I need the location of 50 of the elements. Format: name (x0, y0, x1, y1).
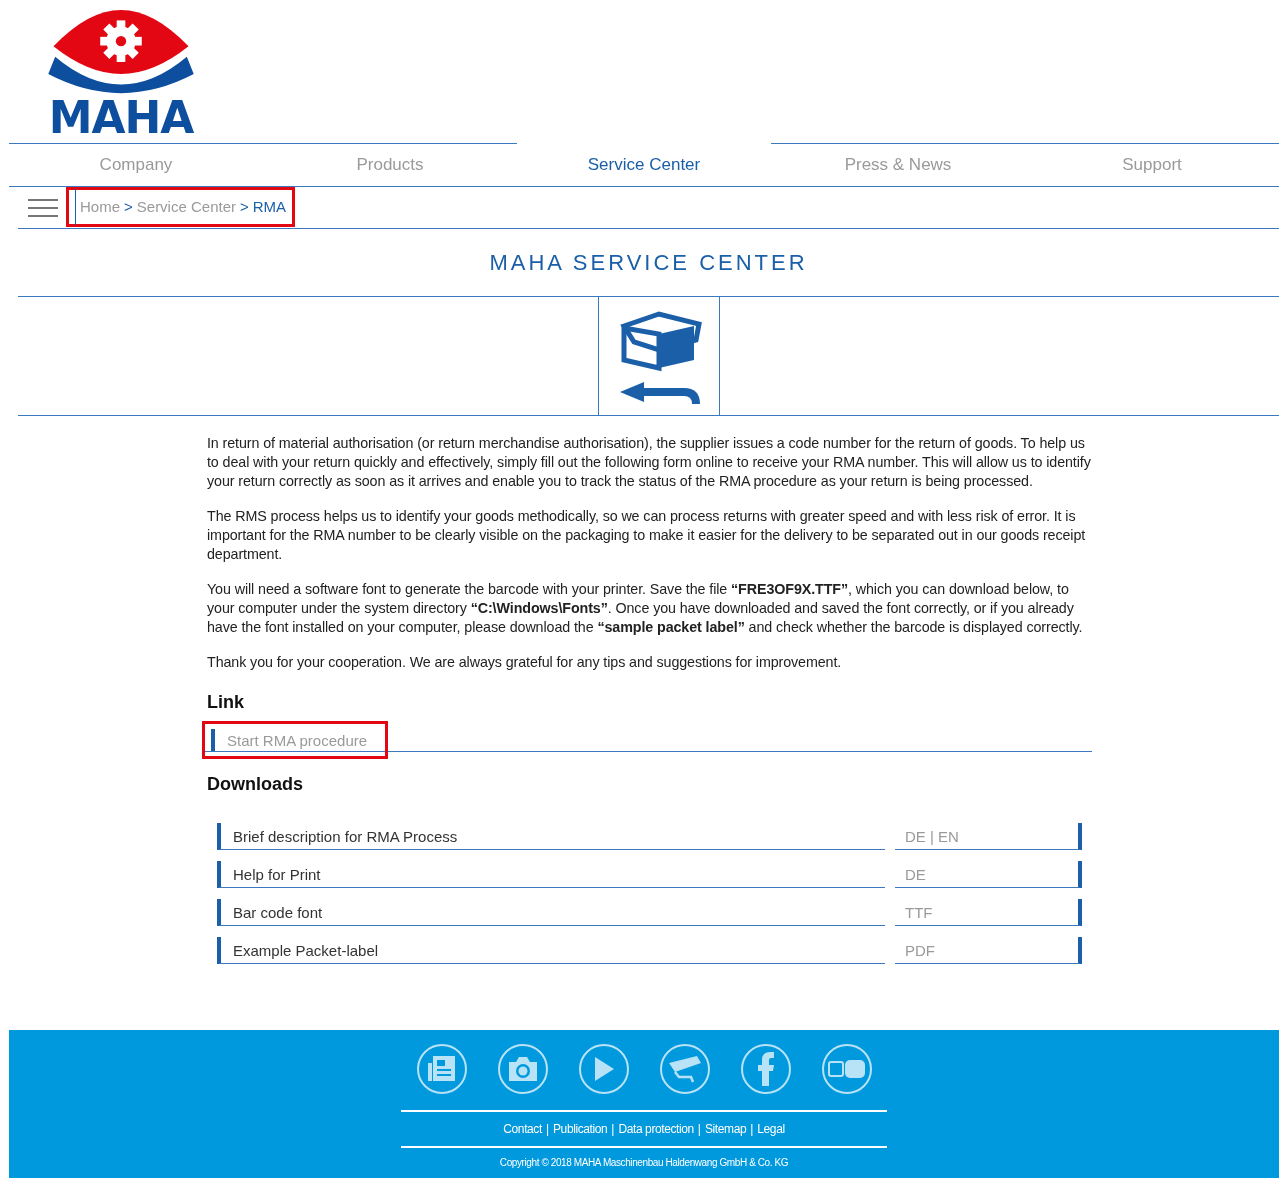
link-separator: | (545, 1122, 549, 1136)
format-link[interactable]: TTF (895, 899, 1082, 926)
paragraph: You will need a software font to generate the barcode with your printer. Save the file “FRE3OF9X.TTF”, which you can download below, to your computer under the system directory “C:\Windows\Fonts”. Once you have downloaded and saved the font correctly, or if you already have the font installed on your computer, please download the “sample packet label” and check whether the barcode is displayed correctly. (207, 580, 1084, 637)
page-title: MAHA SERVICE CENTER (18, 229, 1279, 297)
copyright-text: Copyright © 2018 MAHA Maschinenbau Haldenwang GmbH & Co. KG (499, 1157, 789, 1168)
nav-tab[interactable]: Press & News (771, 143, 1025, 186)
social-button[interactable] (578, 1044, 629, 1094)
format-link[interactable]: PDF (895, 937, 1082, 964)
download-link[interactable]: Bar code font (217, 899, 885, 926)
footer-link[interactable]: Legal (757, 1122, 785, 1136)
nav-tab[interactable]: Company (9, 143, 263, 186)
nav-tab[interactable]: Products (263, 143, 517, 186)
section-heading: Downloads (207, 774, 304, 795)
social-button[interactable] (416, 1044, 467, 1094)
social-button[interactable] (659, 1044, 710, 1094)
link-separator: | (611, 1122, 615, 1136)
camera-icon (506, 1056, 539, 1082)
rma-link[interactable]: Start RMA procedure (202, 721, 389, 759)
play-icon (592, 1056, 615, 1082)
link-separator: | (697, 1122, 701, 1136)
footer-link[interactable]: Data protection (618, 1122, 694, 1136)
newspaper-icon (426, 1055, 457, 1083)
social-button[interactable] (821, 1044, 872, 1094)
breadcrumb-link[interactable]: RMA (252, 188, 287, 225)
footer-link[interactable]: Contact (503, 1122, 542, 1136)
security-camera-icon (666, 1055, 703, 1083)
format-link[interactable]: DE | EN (895, 823, 1082, 850)
video-tube-icon (827, 1059, 866, 1079)
paragraph: The RMS process helps us to identify your goods methodically, so we can process returns with greater speed and with less risk of error. It is important for the RMA number to be clearly visible on the packaging to make it easier for the delivery to be separated out in our goods receipt department. (207, 507, 1087, 564)
menu-icon[interactable] (28, 197, 58, 218)
link-separator: | (750, 1122, 754, 1136)
breadcrumb-link[interactable]: Service Center (136, 188, 236, 225)
breadcrumb-separator: > (240, 198, 249, 215)
footer-link[interactable]: Sitemap (704, 1122, 747, 1136)
breadcrumb-separator: > (124, 198, 133, 215)
paragraph: Thank you for your cooperation. We are always grateful for any tips and suggestions for improvement. (207, 653, 843, 672)
footer-link[interactable]: Publication (553, 1122, 608, 1136)
nav-tab[interactable]: Service Center (557, 143, 731, 186)
nav-tab[interactable]: Support (1025, 143, 1279, 186)
format-link[interactable]: DE (895, 861, 1082, 888)
download-link[interactable]: Brief description for RMA Process (217, 823, 885, 850)
logo-text: MAHA (48, 96, 194, 140)
download-link[interactable]: Help for Print (217, 861, 885, 888)
social-button[interactable] (497, 1044, 548, 1094)
download-link[interactable]: Example Packet-label (217, 937, 885, 964)
facebook-icon (756, 1052, 775, 1086)
paragraph: In return of material authorisation (or return merchandise authorisation), the supplier issues a code number for the return of goods. To help us to deal with your return quickly and effectively, simply fill out the following form online to receive your RMA number. This will allow us to identify your return correctly as soon as it arrives and enable you to track the status of the RMA procedure as your return is being processed. (207, 434, 1092, 491)
social-button[interactable] (740, 1044, 791, 1094)
section-heading: Link (207, 692, 245, 713)
breadcrumb-link[interactable]: Home (75, 188, 120, 225)
